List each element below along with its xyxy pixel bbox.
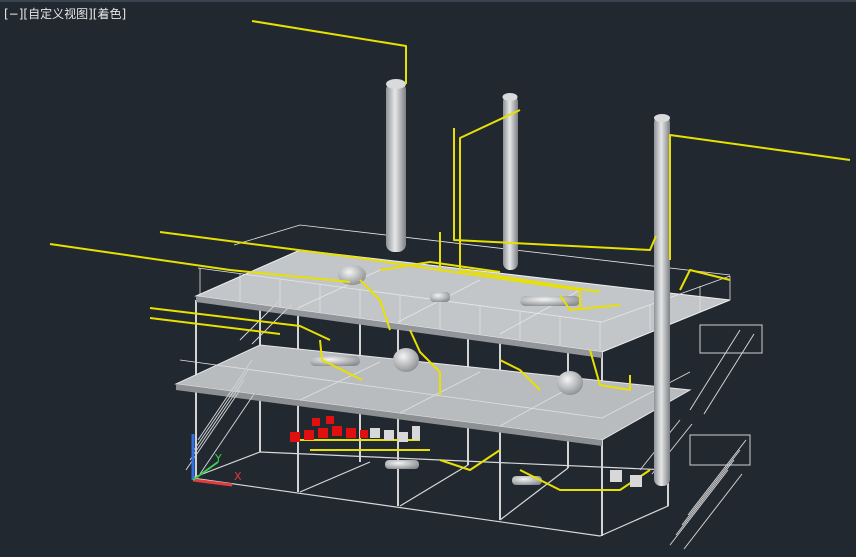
upper-platform — [194, 224, 731, 358]
model-viewport[interactable]: [−][自定义视图][着色] X Y — [0, 0, 856, 557]
3d-model-scene[interactable]: X Y — [0, 0, 856, 557]
ground-frame — [191, 451, 669, 537]
axis-x-label: X — [234, 470, 242, 483]
tower-1 — [386, 82, 406, 252]
ucs-axis-icon: X Y — [191, 434, 242, 487]
axis-y-label: Y — [214, 452, 222, 465]
valve-cluster — [290, 416, 368, 442]
tower-3 — [654, 116, 670, 486]
